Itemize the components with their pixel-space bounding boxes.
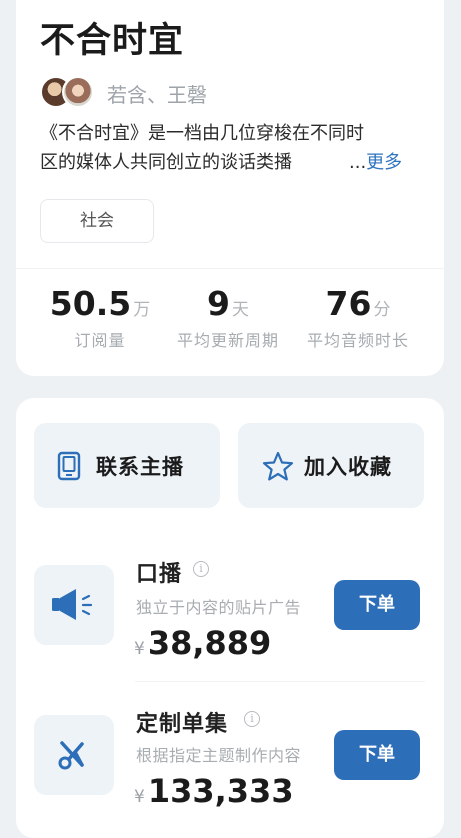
more-link[interactable]: 更多	[366, 152, 402, 173]
stat-label: 订阅量	[74, 331, 126, 350]
currency-symbol: ¥	[134, 787, 145, 807]
add-favorite-label: 加入收藏	[304, 455, 392, 479]
order-button[interactable]: 下单	[334, 730, 420, 780]
stat-label: 平均音频时长	[306, 331, 409, 350]
divider	[16, 268, 444, 269]
stat-update-cycle: 9天 平均更新周期	[166, 284, 290, 351]
stat-label: 平均更新周期	[176, 331, 279, 350]
add-favorite-button[interactable]: 加入收藏	[238, 423, 424, 508]
info-icon[interactable]: i	[193, 561, 209, 577]
contact-host-label: 联系主播	[96, 455, 184, 479]
star-icon	[262, 451, 294, 485]
info-icon[interactable]: i	[244, 711, 260, 727]
price-value: 133,333	[147, 772, 294, 810]
order-button[interactable]: 下单	[334, 580, 420, 630]
podcast-title: 不合时宜	[40, 21, 185, 61]
currency-symbol: ¥	[134, 639, 145, 659]
stat-unit: 分	[373, 300, 391, 320]
megaphone-icon	[34, 565, 114, 645]
avatar	[62, 76, 94, 108]
stat-subscribers: 50.5 万 订阅量	[40, 284, 160, 351]
stat-value: 50.5	[49, 284, 132, 323]
price-value: 38,889	[147, 624, 272, 662]
divider	[135, 681, 425, 682]
phone-icon	[56, 451, 82, 485]
service-title: 口播	[136, 562, 183, 587]
service-title: 定制单集	[136, 712, 229, 737]
stat-value: 76	[325, 284, 372, 323]
stat-value: 9	[207, 284, 230, 323]
description-line: 《不合时宜》是一档由几位穿梭在不同时	[40, 123, 364, 144]
service-subtitle: 根据指定主题制作内容	[136, 746, 302, 765]
scissors-icon	[34, 715, 114, 795]
stat-unit: 万	[133, 300, 151, 320]
service-price: ¥38,889	[134, 624, 271, 662]
category-tag[interactable]: 社会	[40, 199, 154, 243]
stat-audio-length: 76 分 平均音频时长	[296, 284, 420, 351]
host-names[interactable]: 若含、王磬	[107, 79, 207, 108]
contact-host-button[interactable]: 联系主播	[34, 423, 220, 508]
ellipsis: ...	[349, 152, 367, 173]
stat-unit: 天	[231, 300, 249, 320]
more-link-wrap: ...更多	[349, 148, 402, 177]
service-subtitle: 独立于内容的贴片广告	[136, 598, 302, 617]
service-price: ¥133,333	[134, 772, 294, 810]
host-avatars[interactable]	[40, 76, 96, 108]
